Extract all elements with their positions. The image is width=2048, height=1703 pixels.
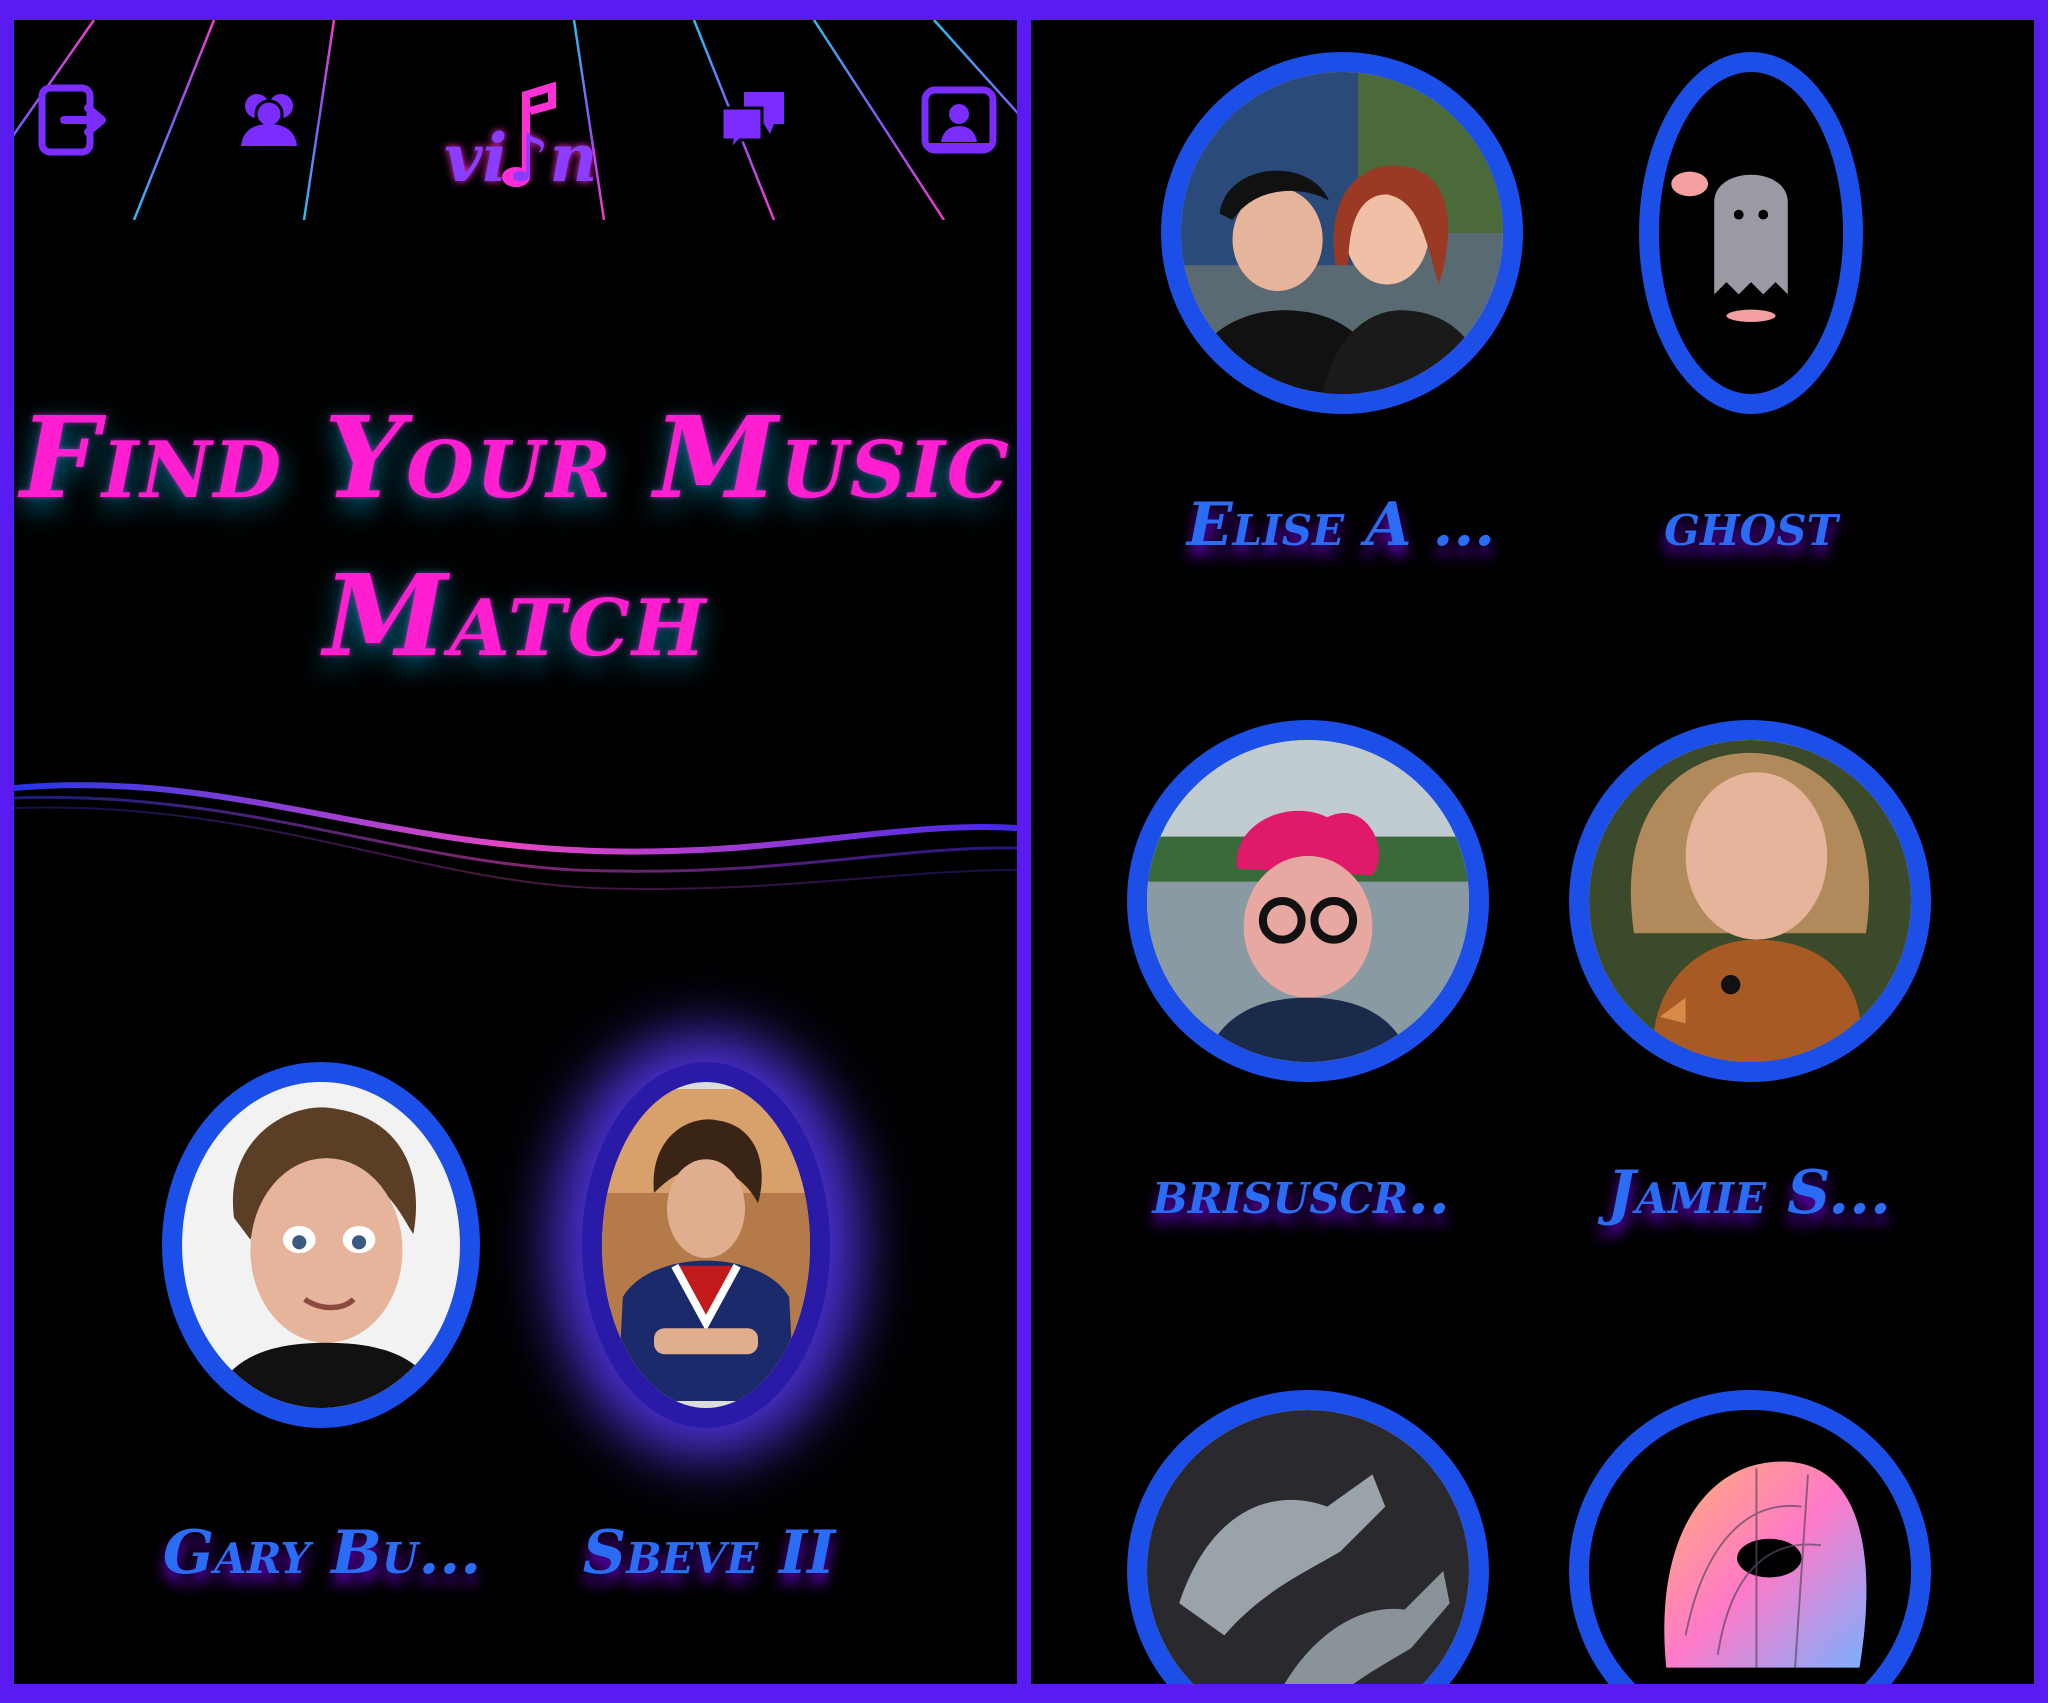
ghost-icon — [1659, 79, 1843, 387]
sculpture-photo — [1147, 1410, 1469, 1684]
app-logo-text: vi♪n — [444, 119, 598, 197]
match-name[interactable]: Sbeve II — [534, 1518, 884, 1588]
person-photo — [1147, 740, 1469, 1062]
app-logo[interactable]: vi♪n — [434, 75, 604, 197]
match-avatar-elise[interactable] — [1161, 52, 1523, 414]
page-title: Find Your Music Match — [20, 393, 1011, 682]
person-photo — [602, 1089, 810, 1401]
person-photo — [1589, 740, 1911, 1062]
decorative-wave — [14, 782, 1017, 890]
match-name[interactable]: Jamie S... — [1549, 1158, 1949, 1228]
match-screen: vi♪n Find Your Music Match Gary Bu... Sb… — [14, 20, 1017, 1684]
person-photo — [185, 1082, 457, 1408]
matches-grid: Elise A ... ghost brisuscr.. Jamie S... — [1031, 20, 2034, 1684]
chat-icon[interactable] — [714, 80, 794, 160]
profile-icon[interactable] — [919, 80, 999, 160]
match-name[interactable]: ghost — [1591, 490, 1911, 560]
match-avatar-5[interactable] — [1127, 1390, 1489, 1684]
friends-icon[interactable] — [229, 80, 309, 160]
match-name[interactable]: Gary Bu... — [132, 1518, 512, 1588]
logout-icon[interactable] — [34, 80, 114, 160]
match-name[interactable]: brisuscr.. — [1101, 1158, 1501, 1228]
match-avatar-gary[interactable] — [162, 1062, 480, 1428]
match-avatar-brisuscr[interactable] — [1127, 720, 1489, 1082]
app-frame: vi♪n Find Your Music Match Gary Bu... Sb… — [0, 0, 2048, 1703]
person-photo — [1181, 72, 1503, 394]
torus-graphic — [1589, 1410, 1911, 1684]
match-name[interactable]: Elise A ... — [1141, 490, 1541, 560]
match-avatar-6[interactable] — [1569, 1390, 1931, 1684]
match-avatar-jamie[interactable] — [1569, 720, 1931, 1082]
match-avatar-sbeve[interactable] — [582, 1062, 830, 1428]
match-avatar-ghost[interactable] — [1639, 52, 1863, 414]
